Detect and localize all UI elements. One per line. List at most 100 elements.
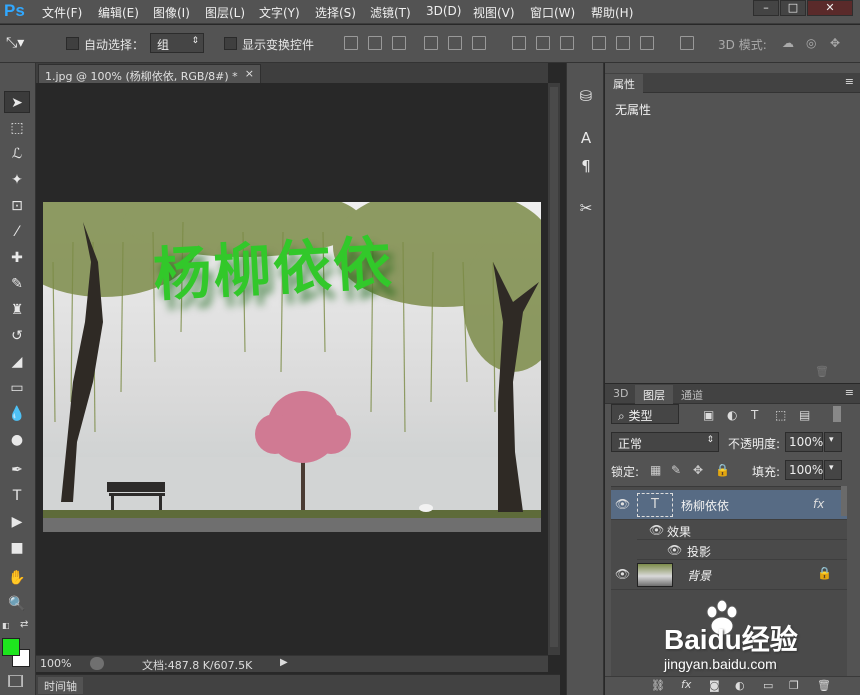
rectangle-tool-icon[interactable]: ■ [4,537,30,559]
menu-select[interactable]: 选择(S) [315,4,356,21]
3d-orbit-icon[interactable]: ☁ [782,36,794,50]
menu-window[interactable]: 窗口(W) [530,4,575,21]
lasso-tool-icon[interactable]: ℒ [4,143,30,165]
align-bottom-icon[interactable] [392,36,406,50]
filter-adjustment-icon[interactable]: ◐ [727,408,737,422]
status-menu-arrow-icon[interactable]: ▶ [280,657,288,668]
add-mask-icon[interactable]: ◙ [709,679,720,692]
new-group-icon[interactable]: ▭ [763,679,773,692]
close-tab-icon[interactable]: × [245,67,254,80]
filter-shape-icon[interactable]: ⬚ [775,408,786,422]
move-tool-preset-icon[interactable]: ⤡▾ [6,31,32,55]
path-selection-tool-icon[interactable]: ▶ [4,511,30,533]
swap-colors-icon[interactable]: ⇄ [20,619,28,630]
magic-wand-tool-icon[interactable]: ✦ [4,169,30,191]
lock-all-icon[interactable]: 🔒 [715,463,730,477]
auto-align-icon[interactable] [680,36,694,50]
pen-tool-icon[interactable]: ✒ [4,459,30,481]
layers-menu-icon[interactable]: ≡ [845,386,854,399]
background-eye-icon[interactable]: 👁 [615,567,630,581]
hand-tool-icon[interactable]: ✋ [4,567,30,589]
fill-input[interactable]: 100% [785,460,823,480]
distribute-top-icon[interactable] [512,36,526,50]
layer-effects-row[interactable]: 👁 效果 [637,520,847,540]
menu-edit[interactable]: 编辑(E) [98,4,139,21]
menu-type[interactable]: 文字(Y) [259,4,300,21]
eyedropper-tool-icon[interactable]: ⁄ [4,221,30,243]
align-left-icon[interactable] [424,36,438,50]
vertical-scrollbar[interactable] [548,83,560,655]
layer-list-scrollbar[interactable] [841,486,847,516]
fill-arrow-icon[interactable]: ▾ [824,460,842,480]
distribute-vcenter-icon[interactable] [536,36,550,50]
add-style-icon[interactable]: fx [681,678,691,691]
timeline-tab[interactable]: 时间轴 [38,677,83,694]
align-hcenter-icon[interactable] [448,36,462,50]
adjustment-layer-icon[interactable]: ◐ [735,679,745,692]
layer-drop-shadow-row[interactable]: 👁 投影 [637,540,847,560]
layer-filter-dropdown[interactable]: ⌕ 类型 [611,404,679,424]
clone-stamp-tool-icon[interactable]: ♜ [4,299,30,321]
filter-toggle-icon[interactable] [833,406,841,422]
auto-select-dropdown[interactable]: 组 ⇕ [150,33,204,53]
dodge-tool-icon[interactable]: ● [4,429,30,451]
distribute-left-icon[interactable] [592,36,606,50]
distribute-right-icon[interactable] [640,36,654,50]
brush-tool-icon[interactable]: ✎ [4,273,30,295]
tab-properties[interactable]: 属性 [605,74,643,93]
paragraph-panel-icon[interactable]: ¶ [573,155,599,177]
delete-layer-icon[interactable]: 🗑 [817,679,831,692]
blur-tool-icon[interactable]: 💧 [4,403,30,425]
eraser-tool-icon[interactable]: ◢ [4,351,30,373]
layer-name-text[interactable]: 杨柳依依 [681,497,729,514]
auto-select-checkbox[interactable] [66,37,79,50]
layer-row-text[interactable]: 👁 T 杨柳依依 fx [611,490,847,520]
show-transform-checkbox[interactable] [224,37,237,50]
layer-fx-icon[interactable]: fx [813,497,824,511]
zoom-tool-icon[interactable]: 🔍 [4,593,30,615]
menu-filter[interactable]: 滤镜(T) [370,4,411,21]
layer-name-background[interactable]: 背景 [687,567,711,584]
filter-pixel-icon[interactable]: ▣ [703,408,714,422]
panel-menu-icon[interactable]: ≡ [845,75,854,88]
document-tab[interactable]: 1.jpg @ 100% (杨柳依依, RGB/8#) * × [38,64,261,83]
lock-transparent-icon[interactable]: ▦ [650,463,661,477]
align-vcenter-icon[interactable] [368,36,382,50]
distribute-bottom-icon[interactable] [560,36,574,50]
align-right-icon[interactable] [472,36,486,50]
layer-row-background[interactable]: 👁 背景 🔒 [611,560,847,590]
character-panel-icon[interactable]: A [573,127,599,149]
document-image[interactable]: 杨柳依依 [43,202,541,532]
gradient-tool-icon[interactable]: ▭ [4,377,30,399]
move-tool-icon[interactable]: ➤ [4,91,30,113]
effects-eye-icon[interactable]: 👁 [649,523,664,537]
3d-pan-icon[interactable]: ✥ [830,36,840,50]
properties-trash-icon[interactable]: 🗑 [815,365,829,378]
status-info-icon[interactable] [90,657,104,670]
history-panel-icon[interactable]: ⛁ [573,85,599,107]
screen-mode-icon[interactable] [8,675,22,687]
crop-tool-icon[interactable]: ⊡ [4,195,30,217]
blend-mode-dropdown[interactable]: 正常 ⇕ [611,432,719,452]
link-layers-icon[interactable]: ⛓ [651,679,665,692]
maximize-button[interactable]: □ [780,0,806,16]
marquee-tool-icon[interactable]: ⬚ [4,117,30,139]
filter-smart-object-icon[interactable]: ▤ [799,408,810,422]
close-window-button[interactable]: ✕ [807,0,853,16]
menu-layer[interactable]: 图层(L) [205,4,245,21]
menu-3d[interactable]: 3D(D) [426,4,461,18]
minimize-button[interactable]: – [753,0,779,16]
menu-help[interactable]: 帮助(H) [591,4,633,21]
tab-channels[interactable]: 通道 [673,385,711,404]
distribute-hcenter-icon[interactable] [616,36,630,50]
align-top-icon[interactable] [344,36,358,50]
healing-brush-tool-icon[interactable]: ✚ [4,247,30,269]
tab-layers[interactable]: 图层 [635,385,673,404]
opacity-input[interactable]: 100% [785,432,823,452]
new-layer-icon[interactable]: ❐ [789,679,799,692]
scrollbar-thumb[interactable] [550,87,558,647]
drop-shadow-eye-icon[interactable]: 👁 [667,543,682,557]
default-colors-icon[interactable]: ◧ [2,621,12,631]
history-brush-tool-icon[interactable]: ↺ [4,325,30,347]
3d-roll-icon[interactable]: ◎ [806,36,816,50]
